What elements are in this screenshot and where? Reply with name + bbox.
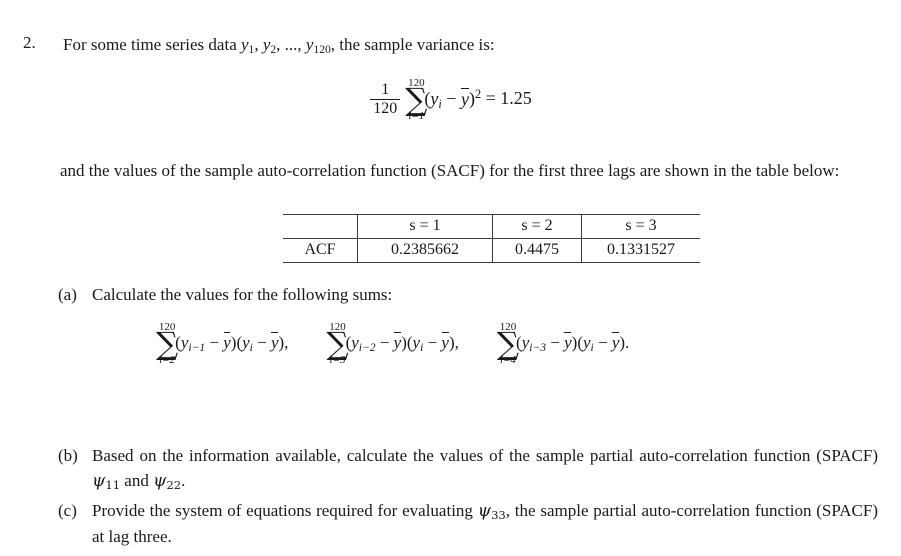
sum-lower-limit: i=2 [159,353,176,366]
part-b-text: Based on the information available, calc… [92,443,878,495]
part-b-text-lead: Based on the information available, calc… [92,446,878,465]
variance-equals: = [485,87,496,108]
fraction-numerator: 1 [381,81,390,99]
part-b-block: (b) Based on the information available, … [58,443,878,495]
acf-table: s = 1 s = 2 s = 3 ACF 0.2385662 0.4475 0… [283,214,700,263]
psi-22-symbol: ψ22 [153,471,182,493]
part-b-text-mid: and [120,471,154,491]
psi-glyph: ψ [153,471,167,492]
sum-lag-3-body: (yi−3 − y)(yi − y). [516,332,630,355]
table-row: ACF 0.2385662 0.4475 0.1331527 [283,238,700,262]
sum-lower-limit: i=3 [329,353,346,366]
variance-fraction: 1 120 [370,81,401,118]
sum-lag-3: 120 ∑ i=4 (yi−3 − y)(yi − y). [493,322,629,366]
table-header-lag-1: s = 1 [357,215,493,239]
table-row-label-acf: ACF [304,241,336,258]
table-row: s = 1 s = 2 s = 3 [283,215,700,239]
summation-operator: 120 ∑ i=1 [405,78,427,122]
intro-text-before: For some time series data [63,35,241,54]
table-cell-acf-lag-1: 0.2385662 [357,238,493,262]
part-c-letter: (c) [58,501,77,520]
variance-value: 1.25 [500,87,532,108]
psi-11-symbol: ψ11 [92,471,121,493]
table-header-lag-3: s = 3 [581,215,700,239]
question-intro-text: For some time series data y1, y2, ..., y… [63,33,495,59]
summation-operator: 120 ∑ i=4 [497,322,519,366]
part-c-text: Provide the system of equations required… [92,498,878,550]
part-a-letter: (a) [58,285,77,304]
sum-lower-limit: i=1 [408,109,425,122]
intro-variables: y1, y2, ..., y120 [241,35,331,57]
table-cell-acf-lag-2: 0.4475 [492,238,582,262]
summation-operator: 120 ∑ i=3 [326,322,348,366]
sum-lag-1-body: (yi−1 − y)(yi − y), [175,332,289,355]
sum-lag-2-body: (yi−2 − y)(yi − y), [345,332,459,355]
psi-22-subscript: 22 [166,478,182,493]
intro-text-after: , the sample variance is: [330,35,495,54]
psi-33-symbol: ψ33 [477,501,506,523]
acf-table-grid: s = 1 s = 2 s = 3 ACF 0.2385662 0.4475 0… [283,215,700,262]
part-a-block: (a) Calculate the values for the followi… [58,282,878,307]
part-b-letter: (b) [58,446,78,465]
fraction-denominator: 120 [370,99,401,118]
psi-glyph: ψ [92,471,106,492]
summation-operator: 120 ∑ i=2 [156,322,178,366]
question-2-block: 2. For some time series data y1, y2, ...… [18,33,878,59]
part-a-text: Calculate the values for the following s… [92,285,393,304]
question-number: 2. [23,33,36,52]
table-header-lag-2: s = 2 [492,215,582,239]
table-bottom-rule [283,262,700,263]
sum-lag-1: 120 ∑ i=2 (yi−1 − y)(yi − y), [152,322,288,366]
table-corner-cell [283,215,358,239]
psi-33-subscript: 33 [491,508,506,523]
sum-lag-2: 120 ∑ i=3 (yi−2 − y)(yi − y), [322,322,458,366]
document-page: 2. For some time series data y1, y2, ...… [0,0,901,556]
part-c-text-lead: Provide the system of equations required… [92,501,478,520]
table-cell-acf-lag-3: 0.1331527 [581,238,700,262]
sacf-paragraph: and the values of the sample auto-correl… [60,161,840,180]
part-c-block: (c) Provide the system of equations requ… [58,498,878,550]
part-a-sums: 120 ∑ i=2 (yi−1 − y)(yi − y), 120 ∑ i=3 … [152,322,892,366]
variance-formula: 1 120 120 ∑ i=1 (yi − y)2 = 1.25 [0,78,901,122]
variance-summand: (yi − y)2 [424,87,482,112]
part-b-text-end: . [181,471,186,491]
psi-11-subscript: 11 [105,478,121,493]
sum-lower-limit: i=4 [499,353,516,366]
psi-glyph: ψ [477,501,492,521]
